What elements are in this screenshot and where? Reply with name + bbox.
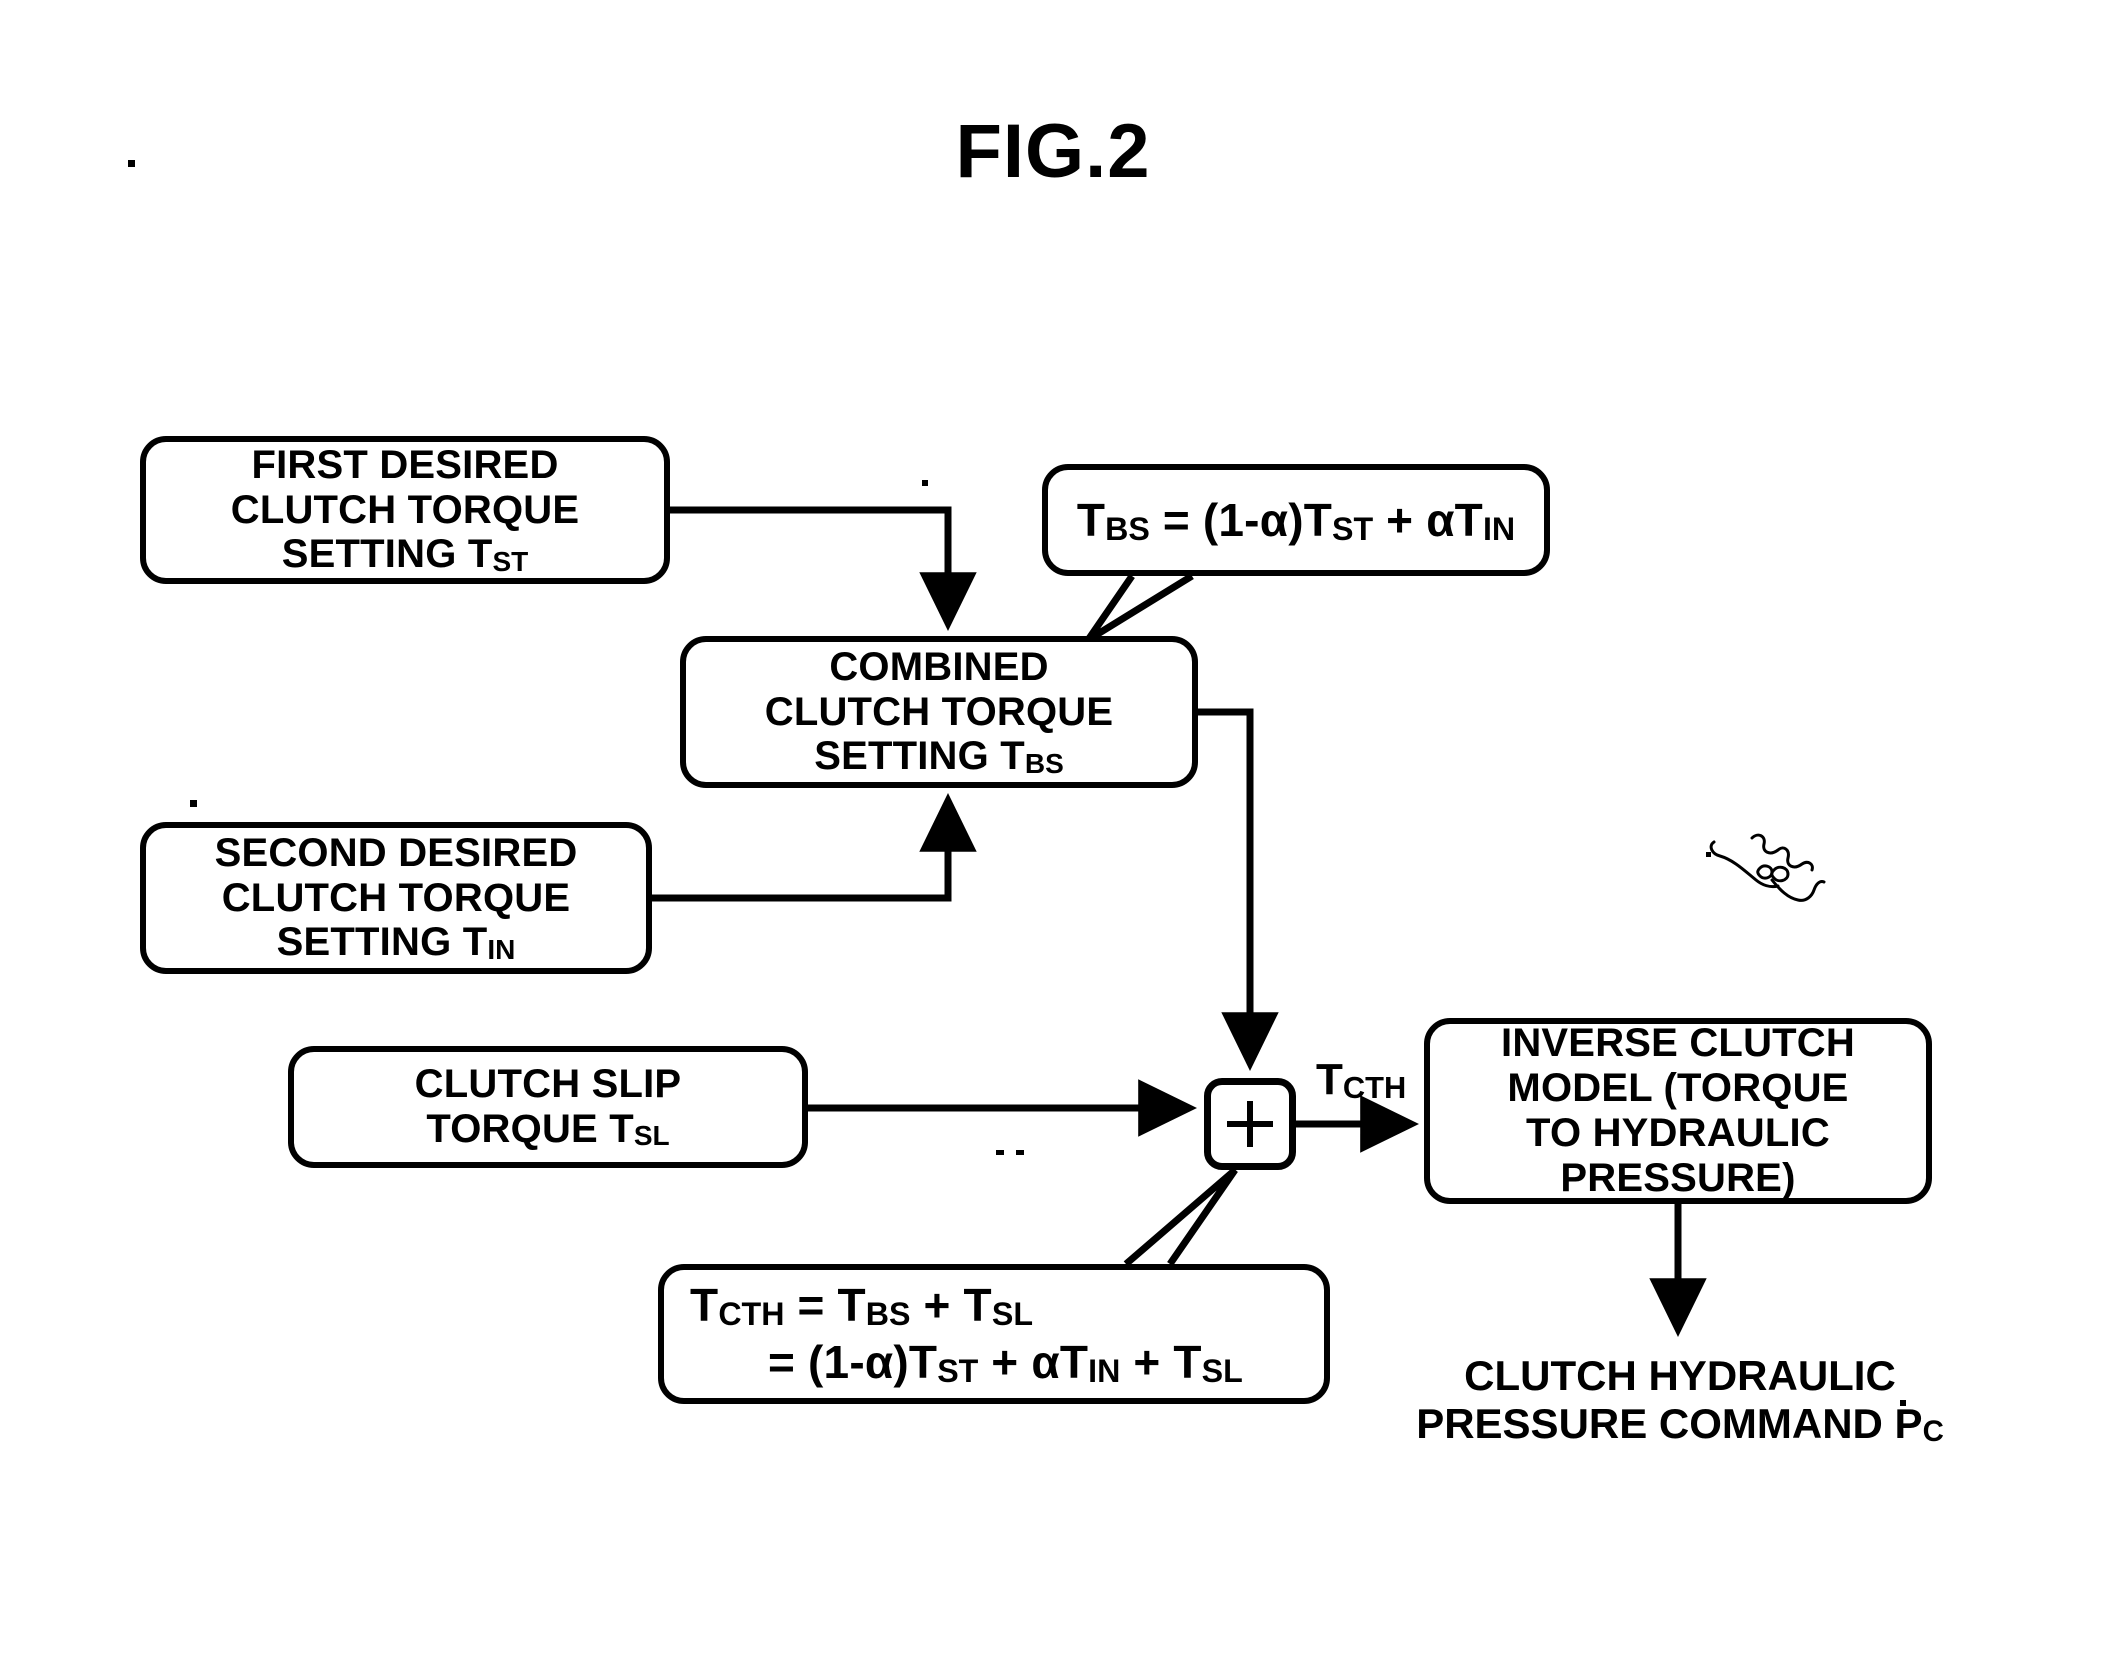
tcth2-b-sub: IN [1088,1352,1121,1389]
tcth-plus: + T [910,1278,992,1331]
tcth-t: T [690,1278,719,1331]
box-combined-line1: COMBINED [829,644,1049,689]
box-clutch-slip-torque[interactable]: CLUTCH SLIP TORQUE TSL [288,1046,808,1168]
box-slip-subscript: SL [633,1120,670,1152]
box-combined-line3: SETTING TBS [765,734,1114,779]
page-speck [922,480,928,486]
box-first-subscript: ST [492,545,529,577]
wire-second-to-combined [652,793,977,902]
box-second-subscript: IN [487,933,516,965]
tbs-eq: = (1- [1149,494,1260,546]
box-inverse-line2: MODEL (TORQUE [1507,1066,1849,1111]
box-inverse-line4: PRESSURE) [1560,1155,1796,1200]
output-symbol: COMMAND P [1658,1399,1923,1447]
signal-tcth-symbol: T [1316,1055,1343,1104]
tbs-mid: )T [1288,494,1333,546]
output-line1: CLUTCH HYDRAULIC [1464,1352,1896,1399]
wire-combined-to-sum [1198,708,1279,1071]
tcth2-alpha: α [864,1336,894,1388]
signal-tcth-subscript: CTH [1342,1069,1407,1105]
tcth2-eq: = (1- [768,1336,865,1388]
tcth2-alpha2: α [1031,1336,1060,1388]
handwritten-scribble-mark [1709,833,1826,902]
signal-label-tcth: TCTH [1316,1055,1406,1105]
box-combined-symbol: SETTING T [814,734,1025,779]
box-first-line3: SETTING TST [231,532,580,577]
box-inverse-line1: INVERSE CLUTCH [1501,1021,1855,1066]
callout-tbs-formula[interactable]: TBS = (1-α)TST + αTIN [1042,464,1550,576]
tbs-t: T [1076,494,1106,546]
tcth2-a: )T [893,1336,938,1388]
tbs-plus: + [1373,494,1427,546]
tcth2-c-sub: SL [1201,1352,1243,1389]
output-clutch-hydraulic-pressure-command: CLUTCH HYDRAULIC PRESSURE COMMAND PC [1410,1352,1950,1448]
tbs-mid-sub: ST [1332,510,1374,547]
wire-first-to-combined [670,506,977,631]
tcth2-b: T [1059,1336,1089,1388]
box-second-line1: SECOND DESIRED [214,830,578,875]
box-combined-clutch-torque[interactable]: COMBINED CLUTCH TORQUE SETTING TBS [680,636,1198,788]
page-speck [996,1150,1004,1155]
page-speck [1706,852,1711,857]
box-second-desired-clutch-torque[interactable]: SECOND DESIRED CLUTCH TORQUE SETTING TIN [140,822,652,974]
tbs-alpha2: α [1426,494,1455,546]
tbs-tail: T [1454,494,1483,546]
box-first-line2: CLUTCH TORQUE [230,487,580,532]
tcth-c-sub: SL [991,1295,1033,1332]
tcth2-plus2: + T [1120,1336,1202,1388]
box-combined-subscript: BS [1024,747,1064,779]
tcth2-plus: + [978,1336,1032,1388]
figure-title: FIG.2 [955,109,1151,194]
tcth-eq: = T [784,1278,866,1331]
callout-tcth-line2: = (1-α)TST + αTIN + TSL [690,1334,1243,1391]
box-inverse-clutch-model[interactable]: INVERSE CLUTCH MODEL (TORQUE TO HYDRAULI… [1424,1018,1932,1204]
box-first-symbol: SETTING T [281,532,493,577]
output-subscript: C [1922,1415,1944,1449]
page-speck [1900,1400,1906,1406]
box-first-desired-clutch-torque[interactable]: FIRST DESIRED CLUTCH TORQUE SETTING TST [140,436,670,584]
callout-tbs-text: TBS = (1-α)TST + αTIN [1077,493,1515,547]
page-speck [128,160,135,167]
page-speck [1016,1150,1024,1155]
output-line2: PRESSURE [1416,1399,1648,1447]
box-slip-line1: CLUTCH SLIP [414,1062,682,1107]
callout-tcth-line1: TCTH = TBS + TSL [690,1277,1243,1334]
callout-tail-tcth [1123,1167,1238,1267]
box-second-line3: SETTING TIN [215,920,578,965]
callout-tcth-formula[interactable]: TCTH = TBS + TSL = (1-α)TST + αTIN + TSL [658,1264,1330,1404]
box-second-symbol: SETTING T [276,920,488,965]
box-combined-line2: CLUTCH TORQUE [764,689,1114,734]
box-slip-symbol: TORQUE T [426,1107,634,1151]
output-line3: COMMAND PC [1658,1399,1944,1449]
box-slip-line2: TORQUE TSL [415,1107,682,1152]
tbs-t-sub: BS [1105,510,1150,547]
tcth-b-sub: BS [865,1295,911,1332]
callout-tail-tbs [1085,573,1194,643]
box-second-line2: CLUTCH TORQUE [221,875,571,920]
summing-junction[interactable] [1204,1078,1296,1170]
page-speck [190,800,197,807]
tbs-alpha: α [1259,494,1289,546]
tcth-t-sub: CTH [718,1295,785,1332]
plus-icon-vertical [1247,1101,1253,1147]
box-first-line1: FIRST DESIRED [251,442,559,487]
tbs-tail-sub: IN [1482,510,1516,547]
tcth2-a-sub: ST [937,1352,979,1389]
box-inverse-line3: TO HYDRAULIC [1526,1111,1830,1155]
